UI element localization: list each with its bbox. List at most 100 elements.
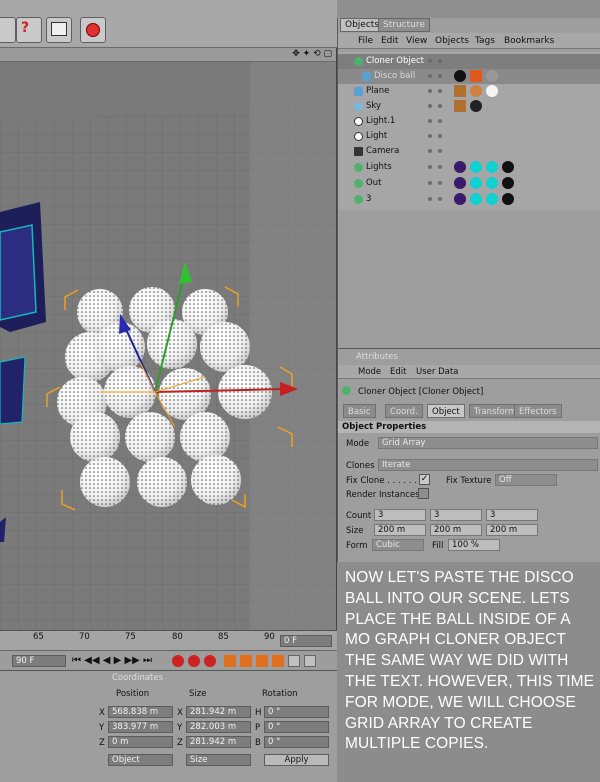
size-x-field[interactable]: 200 m [374, 524, 426, 536]
fill-field[interactable]: 100 % [448, 539, 500, 551]
param-key-icon[interactable] [272, 655, 284, 667]
render-dot[interactable] [438, 89, 442, 93]
material-tag[interactable] [470, 161, 482, 173]
render-dot[interactable] [438, 149, 442, 153]
object-row-sky[interactable]: Sky [338, 99, 600, 114]
menu-mode[interactable]: Mode [358, 367, 381, 377]
material-tag[interactable] [486, 70, 498, 82]
scale-key-icon[interactable] [240, 655, 252, 667]
material-tag[interactable] [454, 177, 466, 189]
menu-user-data[interactable]: User Data [416, 367, 458, 377]
size-mode-dropdown[interactable]: Size [186, 754, 251, 766]
object-row-lights[interactable]: Lights [338, 160, 600, 175]
menu-file[interactable]: File [358, 36, 373, 46]
menu-tags[interactable]: Tags [475, 36, 495, 46]
tab-effectors[interactable]: Effectors [514, 404, 562, 418]
point-key-icon[interactable] [288, 655, 300, 667]
count-z-field[interactable]: 3 [486, 509, 538, 521]
material-tag[interactable] [470, 193, 482, 205]
apply-button[interactable]: Apply [264, 754, 329, 766]
visibility-dot[interactable] [428, 181, 432, 185]
position-z-field[interactable]: 0 m [108, 736, 173, 748]
visibility-dot[interactable] [428, 104, 432, 108]
size-y-field[interactable]: 282.003 m [186, 721, 251, 733]
object-row-cloner[interactable]: Cloner Object [338, 54, 600, 69]
render-dot[interactable] [438, 134, 442, 138]
visibility-dot[interactable] [428, 149, 432, 153]
object-row-3[interactable]: 3 [338, 192, 600, 207]
object-mode-dropdown[interactable]: Object [108, 754, 173, 766]
tab-coord[interactable]: Coord. [385, 404, 423, 418]
render-dot[interactable] [438, 197, 442, 201]
menu-view[interactable]: View [406, 36, 427, 46]
viewport-nav-icons[interactable]: ✥ ✦ ⟲ ▢ [292, 49, 332, 59]
visibility-dot[interactable] [428, 134, 432, 138]
move-key-icon[interactable] [224, 655, 236, 667]
3d-viewport[interactable]: ✥ ✦ ⟲ ▢ [0, 48, 337, 630]
object-row-light[interactable]: Light [338, 129, 600, 144]
tab-structure[interactable]: Structure [378, 18, 430, 32]
render-dot[interactable] [438, 165, 442, 169]
count-x-field[interactable]: 3 [374, 509, 426, 521]
size-x-field[interactable]: 281.942 m [186, 706, 251, 718]
mode-dropdown[interactable]: Grid Array [378, 437, 598, 449]
position-y-field[interactable]: 383.977 m [108, 721, 173, 733]
position-x-field[interactable]: 568.838 m [108, 706, 173, 718]
timeline-ruler[interactable]: 65 70 75 80 85 90 0 F [0, 630, 337, 650]
rotation-p-field[interactable]: 0 ° [264, 721, 329, 733]
tag-icon[interactable] [454, 100, 466, 112]
render-instances-checkbox[interactable] [418, 488, 429, 499]
clones-dropdown[interactable]: Iterate [378, 459, 598, 471]
web-button[interactable] [80, 17, 106, 43]
end-frame-field[interactable]: 90 F [12, 655, 66, 667]
object-row-out[interactable]: Out [338, 176, 600, 191]
render-dot[interactable] [438, 74, 442, 78]
object-row-plane[interactable]: Plane [338, 84, 600, 99]
material-tag[interactable] [486, 161, 498, 173]
material-tag[interactable] [502, 161, 514, 173]
visibility-dot[interactable] [428, 165, 432, 169]
visibility-dot[interactable] [428, 119, 432, 123]
texture-tag[interactable] [470, 70, 482, 82]
help-calendar-button[interactable] [46, 17, 72, 43]
size-z-field[interactable]: 281.942 m [186, 736, 251, 748]
visibility-dot[interactable] [428, 74, 432, 78]
material-tag[interactable] [470, 85, 482, 97]
transport-buttons[interactable]: ⏮ ◀◀ ◀ ▶ ▶▶ ⏭ [72, 655, 152, 666]
material-tag[interactable] [454, 70, 466, 82]
fix-texture-dropdown[interactable]: Off [495, 474, 557, 486]
autokey-icon[interactable] [188, 655, 200, 667]
current-frame-field[interactable]: 0 F [280, 635, 332, 647]
tool-button[interactable] [0, 17, 16, 43]
rotation-b-field[interactable]: 0 ° [264, 736, 329, 748]
material-tag[interactable] [470, 100, 482, 112]
rotation-h-field[interactable]: 0 ° [264, 706, 329, 718]
material-tag[interactable] [502, 193, 514, 205]
material-tag[interactable] [454, 161, 466, 173]
visibility-dot[interactable] [428, 89, 432, 93]
menu-edit[interactable]: Edit [381, 36, 398, 46]
size-z-field[interactable]: 200 m [486, 524, 538, 536]
size-y-field[interactable]: 200 m [430, 524, 482, 536]
visibility-dot[interactable] [428, 197, 432, 201]
object-row-camera[interactable]: Camera [338, 144, 600, 159]
menu-edit[interactable]: Edit [390, 367, 406, 377]
material-tag[interactable] [454, 193, 466, 205]
render-dot[interactable] [438, 104, 442, 108]
material-tag[interactable] [502, 177, 514, 189]
object-row-disco-ball[interactable]: Disco ball [338, 69, 600, 84]
render-dot[interactable] [438, 181, 442, 185]
material-tag[interactable] [486, 85, 498, 97]
form-dropdown[interactable]: Cubic [372, 539, 424, 551]
rotate-key-icon[interactable] [256, 655, 268, 667]
count-y-field[interactable]: 3 [430, 509, 482, 521]
tab-object[interactable]: Object [427, 404, 465, 418]
material-tag[interactable] [486, 177, 498, 189]
object-row-light-1[interactable]: Light.1 [338, 114, 600, 129]
tab-basic[interactable]: Basic [343, 404, 376, 418]
tag-icon[interactable] [454, 85, 466, 97]
menu-bookmarks[interactable]: Bookmarks [504, 36, 554, 46]
material-tag[interactable] [486, 193, 498, 205]
menu-objects[interactable]: Objects [435, 36, 469, 46]
render-dot[interactable] [438, 59, 442, 63]
